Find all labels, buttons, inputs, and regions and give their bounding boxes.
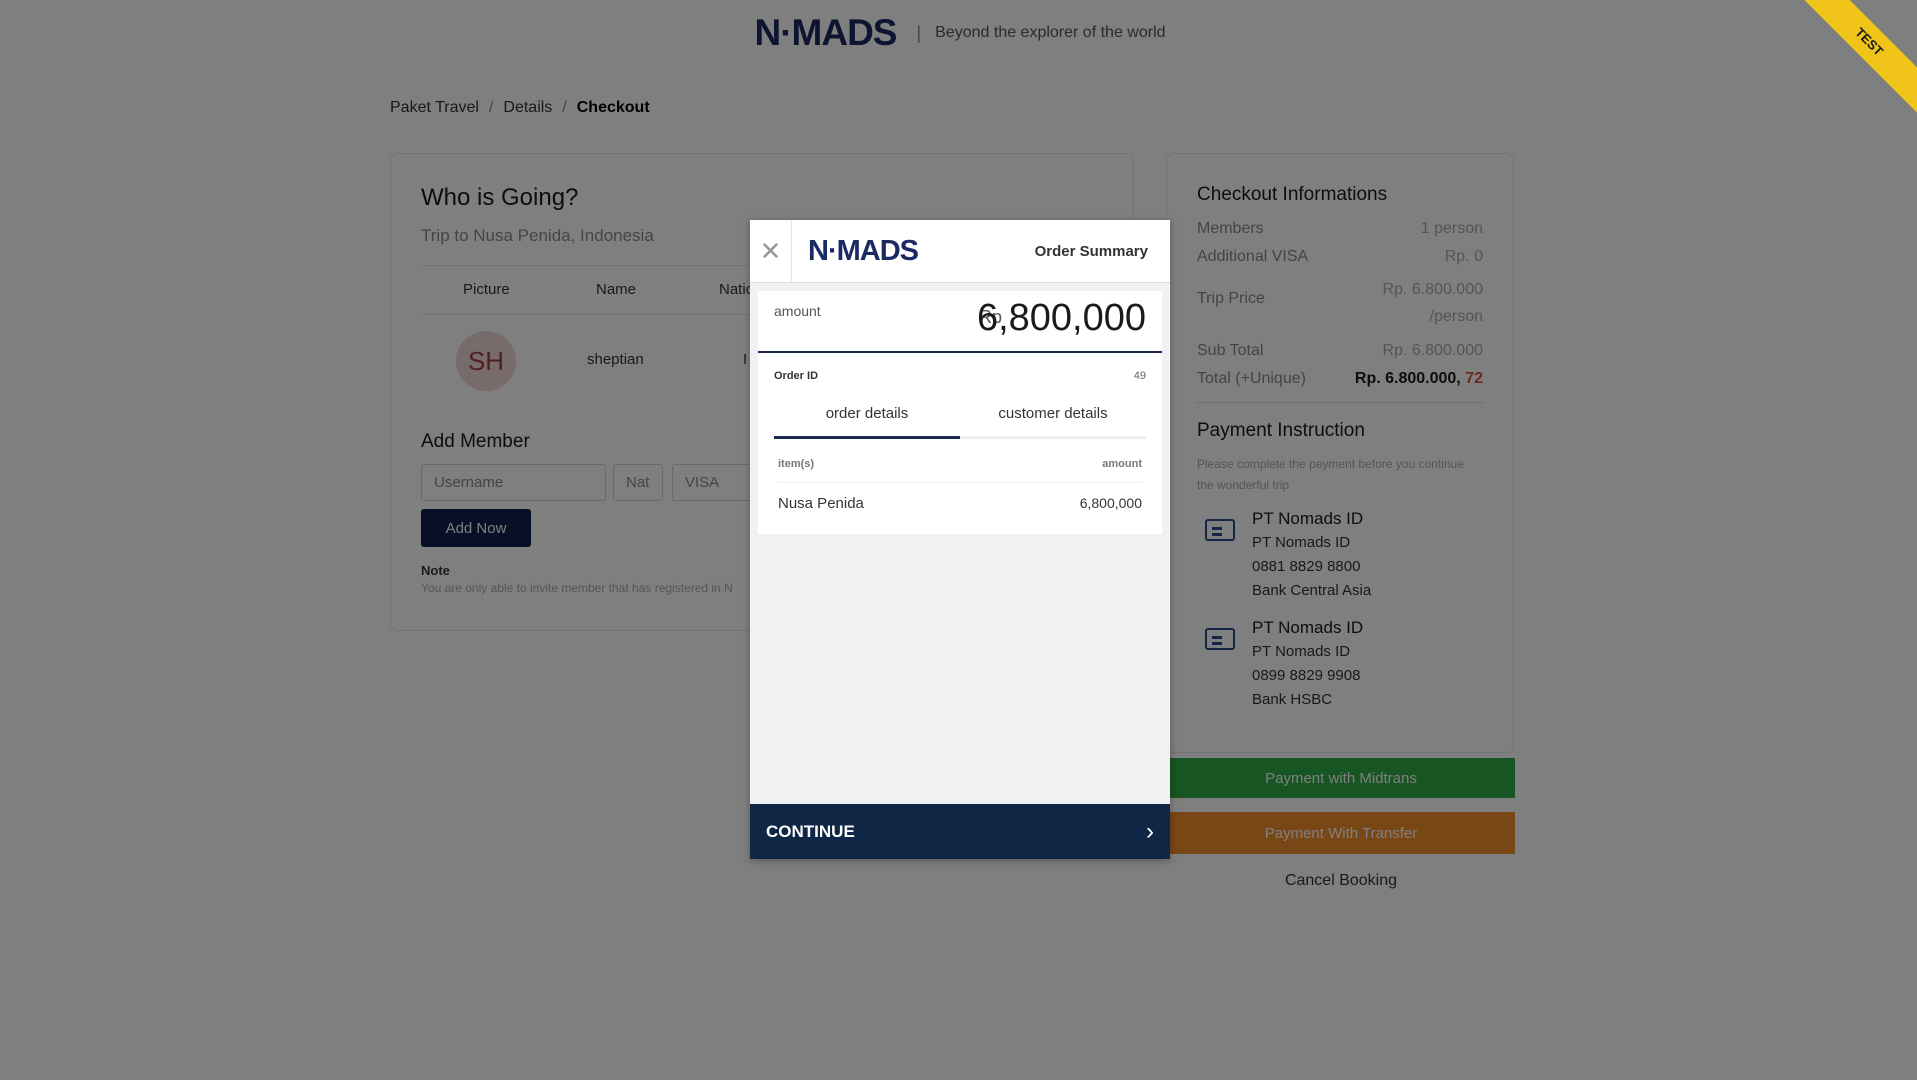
- modal-header: ✕ N·MADS Order Summary: [750, 220, 1170, 283]
- amount-header: amount: [1102, 458, 1142, 470]
- details-box: order details customer details item(s) a…: [758, 392, 1162, 534]
- chevron-right-icon: ›: [1146, 817, 1154, 845]
- modal-logo: N·MADS: [808, 234, 919, 267]
- item-amount: 6,800,000: [1079, 495, 1142, 511]
- test-ribbon-label: TEST: [1797, 0, 1917, 117]
- order-id-value: 49: [1133, 370, 1146, 382]
- modal-title: Order Summary: [1034, 242, 1148, 260]
- tab-order-details[interactable]: order details: [774, 392, 960, 439]
- tab-customer-details[interactable]: customer details: [960, 392, 1146, 436]
- items-header: item(s): [778, 458, 815, 470]
- order-summary-modal: ✕ N·MADS Order Summary amount Rp 6,800,0…: [750, 220, 1170, 859]
- item-name: Nusa Penida: [778, 495, 864, 512]
- close-icon[interactable]: ✕: [750, 220, 792, 282]
- order-id-label: Order ID: [774, 370, 819, 382]
- continue-label: CONTINUE: [766, 821, 855, 841]
- continue-button[interactable]: CONTINUE ›: [750, 804, 1170, 859]
- amount-divider: [758, 351, 1162, 353]
- tab-bar: order details customer details: [774, 392, 1146, 439]
- test-ribbon: TEST: [1797, 0, 1917, 120]
- list-item: Nusa Penida 6,800,000: [778, 482, 1142, 512]
- amount-value: 6,800,000: [976, 297, 1146, 339]
- amount-label: amount: [774, 303, 821, 319]
